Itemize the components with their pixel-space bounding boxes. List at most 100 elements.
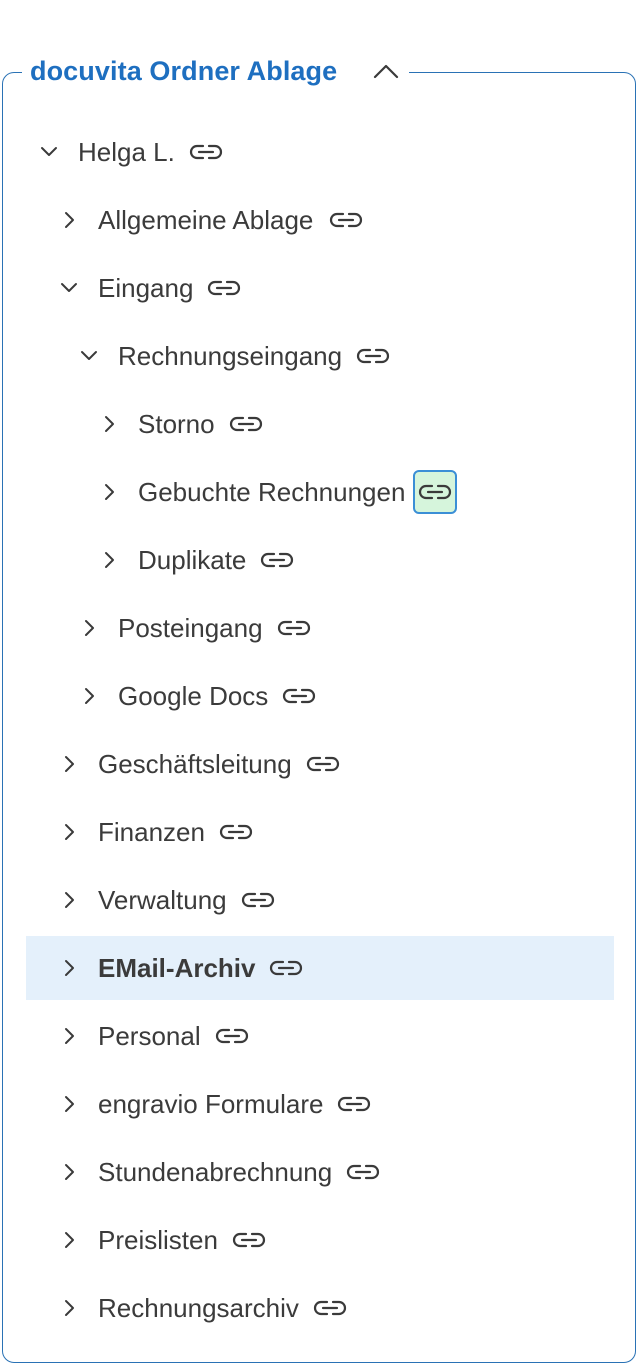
chevron-right-icon	[105, 552, 114, 568]
tree-item-label: Eingang	[98, 273, 194, 303]
tree-item[interactable]: Duplikate	[0, 528, 640, 592]
expand-toggle[interactable]	[58, 209, 80, 231]
link-icon	[215, 1028, 248, 1044]
link-button[interactable]	[207, 277, 241, 299]
chevron-down-icon	[81, 351, 97, 360]
link-icon	[189, 144, 222, 160]
panel-header: docuvita Ordner Ablage	[22, 48, 410, 94]
tree-item-label: Helga L.	[78, 137, 175, 167]
link-button[interactable]	[260, 549, 294, 571]
chevron-up-icon	[374, 64, 399, 79]
tree-item-label: Posteingang	[118, 613, 263, 643]
chevron-down-icon	[61, 283, 77, 292]
chevron-right-icon	[65, 1232, 74, 1248]
expand-toggle[interactable]	[58, 1093, 80, 1115]
collapse-button[interactable]	[371, 56, 401, 86]
link-button[interactable]	[282, 685, 316, 707]
link-button[interactable]	[329, 209, 363, 231]
tree-item-label: Verwaltung	[98, 885, 227, 915]
link-button[interactable]	[346, 1161, 380, 1183]
link-button[interactable]	[241, 889, 275, 911]
tree-item[interactable]: engravio Formulare	[0, 1072, 640, 1136]
link-button[interactable]	[277, 617, 311, 639]
collapse-toggle[interactable]	[58, 277, 80, 299]
chevron-right-icon	[65, 824, 74, 840]
tree-item-label: Preislisten	[98, 1225, 218, 1255]
expand-toggle[interactable]	[58, 1297, 80, 1319]
tree-item-label: Rechnungseingang	[118, 341, 343, 371]
tree-item[interactable]: Rechnungseingang	[0, 324, 640, 388]
tree-item-label: Geschäftsleitung	[98, 749, 292, 779]
link-button[interactable]	[306, 753, 340, 775]
link-button[interactable]	[232, 1229, 266, 1251]
expand-toggle[interactable]	[98, 413, 120, 435]
chevron-right-icon	[65, 892, 74, 908]
link-icon	[229, 416, 262, 432]
link-icon	[306, 756, 339, 772]
tree-item-label: Gebuchte Rechnungen	[138, 477, 406, 507]
link-button[interactable]	[215, 1025, 249, 1047]
collapse-toggle[interactable]	[38, 141, 60, 163]
link-icon	[208, 280, 241, 296]
tree-item-label: engravio Formulare	[98, 1089, 324, 1119]
expand-toggle[interactable]	[58, 1025, 80, 1047]
tree-item[interactable]: Storno	[0, 392, 640, 456]
expand-toggle[interactable]	[58, 1161, 80, 1183]
link-icon	[241, 892, 274, 908]
tree-item[interactable]: Stundenabrechnung	[0, 1140, 640, 1204]
collapse-toggle[interactable]	[78, 345, 100, 367]
link-button[interactable]	[189, 141, 223, 163]
link-button[interactable]	[313, 1297, 347, 1319]
tree-item-label: Google Docs	[118, 681, 269, 711]
expand-toggle[interactable]	[78, 685, 100, 707]
link-icon	[283, 688, 316, 704]
link-icon	[261, 552, 294, 568]
chevron-right-icon	[65, 756, 74, 772]
tree-item[interactable]: Google Docs	[0, 664, 640, 728]
chevron-right-icon	[65, 1300, 74, 1316]
link-button[interactable]	[356, 345, 390, 367]
tree-item[interactable]: EMail-Archiv	[0, 936, 640, 1000]
link-icon	[219, 824, 253, 840]
link-button[interactable]	[229, 413, 263, 435]
link-button[interactable]	[413, 470, 458, 514]
link-icon	[270, 960, 303, 976]
chevron-right-icon	[85, 620, 94, 636]
expand-toggle[interactable]	[78, 617, 100, 639]
tree-item[interactable]: Personal	[0, 1004, 640, 1068]
chevron-right-icon	[65, 1164, 74, 1180]
tree-item[interactable]: Gebuchte Rechnungen	[0, 460, 640, 524]
expand-toggle[interactable]	[58, 889, 80, 911]
tree-item[interactable]: Rechnungsarchiv	[0, 1276, 640, 1340]
link-button[interactable]	[337, 1093, 371, 1115]
tree-item[interactable]: Verwaltung	[0, 868, 640, 932]
tree-item-label: Finanzen	[98, 817, 205, 847]
tree-item[interactable]: Posteingang	[0, 596, 640, 660]
tree-item-label: EMail-Archiv	[98, 953, 256, 983]
link-icon	[329, 212, 362, 228]
tree-item[interactable]: Geschäftsleitung	[0, 732, 640, 796]
tree-item[interactable]: Eingang	[0, 256, 640, 320]
link-button[interactable]	[219, 821, 253, 843]
link-icon	[277, 620, 310, 636]
tree-item[interactable]: Allgemeine Ablage	[0, 188, 640, 252]
tree-item-label: Stundenabrechnung	[98, 1157, 333, 1187]
link-icon	[338, 1096, 371, 1112]
expand-toggle[interactable]	[98, 549, 120, 571]
chevron-right-icon	[65, 1028, 74, 1044]
link-button[interactable]	[269, 957, 303, 979]
expand-toggle[interactable]	[58, 1229, 80, 1251]
link-icon	[347, 1164, 380, 1180]
expand-toggle[interactable]	[58, 957, 80, 979]
tree-item-label: Storno	[138, 409, 215, 439]
link-icon	[313, 1300, 346, 1316]
expand-toggle[interactable]	[98, 481, 120, 503]
expand-toggle[interactable]	[58, 821, 80, 843]
tree-item[interactable]: Finanzen	[0, 800, 640, 864]
tree-item-label: Duplikate	[138, 545, 247, 575]
expand-toggle[interactable]	[58, 753, 80, 775]
tree-item[interactable]: Preislisten	[0, 1208, 640, 1272]
chevron-right-icon	[105, 416, 114, 432]
chevron-right-icon	[65, 212, 74, 228]
tree-item[interactable]: Helga L.	[0, 120, 640, 184]
